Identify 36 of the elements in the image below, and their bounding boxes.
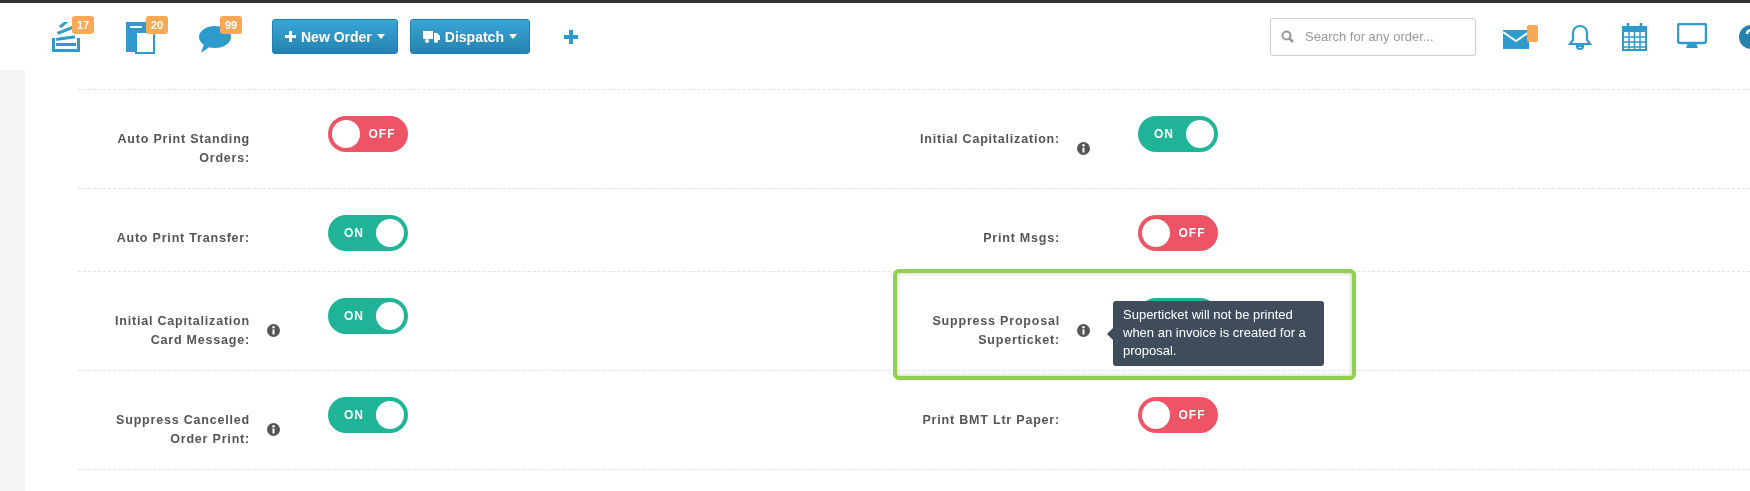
setting-label: Suppress Proposal Superticket: — [931, 313, 1060, 349]
toggle-switch[interactable]: OFF — [1138, 215, 1218, 251]
count-badge: 20 — [146, 15, 168, 34]
info-icon[interactable] — [1077, 323, 1090, 337]
setting-label: Auto Print Standing Orders: — [116, 131, 250, 167]
truck-icon — [422, 30, 440, 43]
toggle-switch[interactable]: ON — [328, 397, 408, 433]
info-icon[interactable] — [267, 422, 280, 436]
menu-button[interactable]: Dispatch — [409, 19, 530, 54]
info-icon[interactable] — [267, 323, 280, 337]
toggle-switch[interactable]: OFF — [328, 116, 408, 152]
setting-label: Print BMT Ltr Paper: — [921, 412, 1060, 429]
plus-icon — [285, 31, 296, 42]
search-icon — [1281, 29, 1294, 43]
setting-label: Initial Capitalization Card Message: — [114, 313, 250, 349]
mail-icon[interactable] — [1502, 22, 1538, 51]
caret-icon — [508, 34, 517, 39]
bell-icon[interactable] — [1568, 22, 1592, 51]
calendar-icon[interactable] — [1622, 22, 1647, 51]
toggle-switch[interactable]: ON — [1138, 116, 1218, 152]
toggle-switch[interactable]: OFF — [1138, 397, 1218, 433]
menu-button[interactable]: New Order — [272, 19, 398, 54]
toggle-switch[interactable]: ON — [328, 298, 408, 334]
info-icon[interactable] — [1077, 141, 1090, 155]
setting-label: Initial Capitalization: — [919, 131, 1060, 148]
setting-label: Print Msgs: — [982, 230, 1060, 247]
count-badge: 99 — [220, 15, 242, 34]
caret-icon — [376, 34, 385, 39]
search-field[interactable]: Search for any order... — [1270, 17, 1476, 56]
count-badge: 17 — [72, 15, 94, 34]
setting-label: Auto Print Transfer: — [115, 230, 250, 247]
tooltip: Superticket will not be printed when an invoice is created for a proposal. — [1107, 301, 1324, 366]
toggle-switch[interactable]: ON — [328, 215, 408, 251]
add-icon[interactable] — [563, 29, 578, 44]
setting-label: Suppress Cancelled Order Print: — [115, 412, 250, 448]
monitor-icon[interactable] — [1677, 23, 1707, 50]
